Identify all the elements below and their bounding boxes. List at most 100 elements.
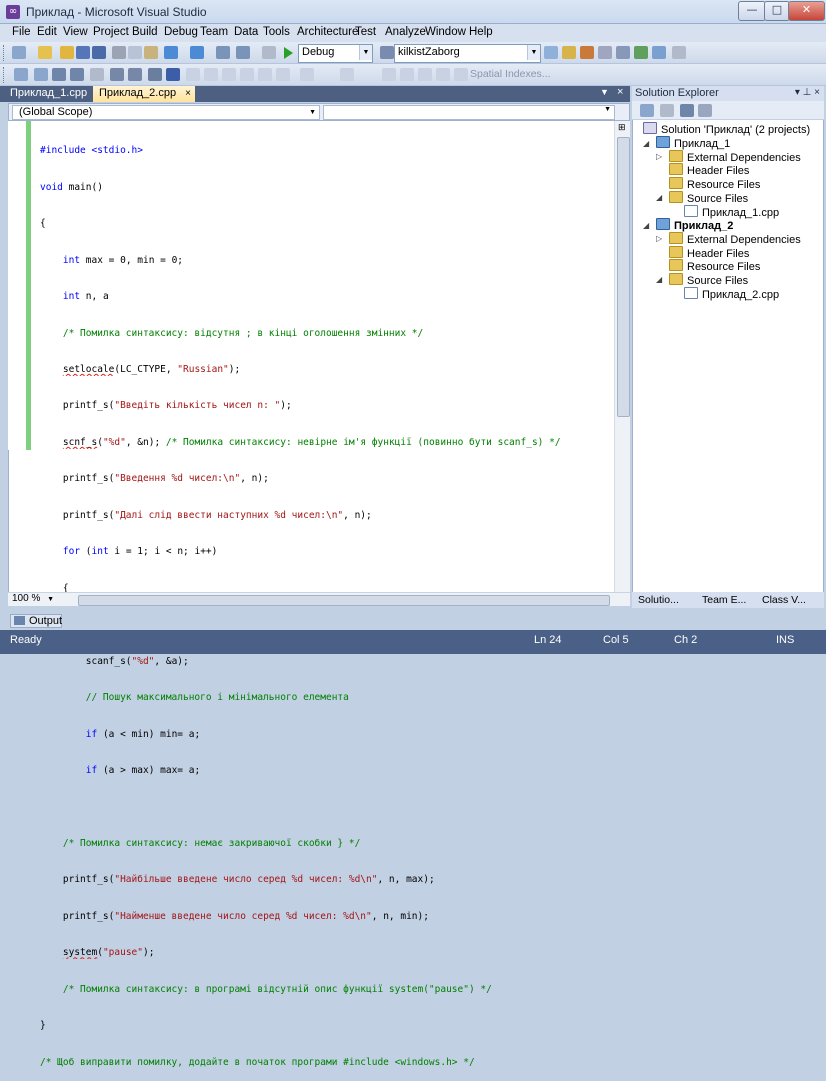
add-item-icon[interactable] xyxy=(38,46,52,59)
tree-folder[interactable]: Resource Files xyxy=(669,259,760,274)
cut-icon[interactable] xyxy=(112,46,126,59)
minimize-button[interactable]: — xyxy=(738,1,766,21)
scrollbar-thumb[interactable] xyxy=(78,595,610,606)
menu-architecture[interactable]: Architecture xyxy=(297,26,358,38)
tab-prykład-2-cpp[interactable]: Приклад_2.cpp × xyxy=(93,86,195,102)
menu-debug[interactable]: Debug xyxy=(164,26,198,38)
split-handle-icon[interactable]: ⊞ xyxy=(618,122,626,133)
spatial-tools-icon[interactable] xyxy=(382,68,396,81)
word-completion-icon[interactable] xyxy=(70,68,84,81)
more-tools-icon[interactable] xyxy=(672,46,686,59)
collapse-icon[interactable]: ◢ xyxy=(643,139,649,148)
collapse-icon[interactable]: ◢ xyxy=(643,221,649,230)
tree-project-2[interactable]: Приклад_2 xyxy=(656,218,733,233)
menu-tools[interactable]: Tools xyxy=(263,26,290,38)
tree-project-1[interactable]: Приклад_1 xyxy=(656,136,730,151)
more-buttons-icon[interactable] xyxy=(300,68,314,81)
navigate-forward-icon[interactable] xyxy=(236,46,250,59)
configuration-dropdown[interactable]: Debug ▼ xyxy=(298,44,373,63)
tab-solution-explorer[interactable]: Solutio... xyxy=(638,594,679,606)
tree-file[interactable]: Приклад_2.cpp xyxy=(684,287,779,302)
paste-icon[interactable] xyxy=(144,46,158,59)
tree-folder[interactable]: Source Files xyxy=(669,273,748,288)
spatial-pan-icon[interactable] xyxy=(418,68,432,81)
menu-view[interactable]: View xyxy=(63,26,88,38)
clear-bookmarks-icon[interactable] xyxy=(276,68,290,81)
start-page-icon[interactable] xyxy=(634,46,648,59)
comment-icon[interactable] xyxy=(262,46,276,59)
scope-dropdown[interactable]: (Global Scope) ▼ xyxy=(12,105,320,120)
menu-team[interactable]: Team xyxy=(200,26,228,38)
tree-folder[interactable]: Resource Files xyxy=(669,177,760,192)
output-tab[interactable]: Output xyxy=(10,614,62,628)
collapse-icon[interactable]: ◢ xyxy=(656,193,662,202)
parameter-info-icon[interactable] xyxy=(34,68,48,81)
toolbox-icon[interactable] xyxy=(616,46,630,59)
query-designer-icon[interactable] xyxy=(340,68,354,81)
quick-info-icon[interactable] xyxy=(52,68,66,81)
properties-icon[interactable] xyxy=(640,104,654,117)
tree-solution[interactable]: Solution 'Приклад' (2 projects) xyxy=(643,122,810,137)
tab-dropdown-icon[interactable]: ▼ xyxy=(600,87,609,97)
open-file-icon[interactable] xyxy=(60,46,74,59)
view-class-diagram-icon[interactable] xyxy=(698,104,712,117)
maximize-button[interactable]: □ xyxy=(764,1,790,21)
menu-analyze[interactable]: Analyze xyxy=(385,26,426,38)
tree-folder[interactable]: External Dependencies xyxy=(669,232,801,247)
toolbar-grip[interactable] xyxy=(3,67,7,83)
undo-icon[interactable] xyxy=(164,46,178,59)
menu-edit[interactable]: Edit xyxy=(37,26,57,38)
menu-test[interactable]: Test xyxy=(355,26,376,38)
spatial-layer-icon[interactable] xyxy=(436,68,450,81)
menu-help[interactable]: Help xyxy=(469,26,493,38)
menu-project[interactable]: Project xyxy=(93,26,129,38)
tab-team-explorer[interactable]: Team E... xyxy=(702,594,746,606)
expand-icon[interactable]: ▷ xyxy=(656,152,662,161)
close-button[interactable]: ✕ xyxy=(788,1,825,21)
decrease-indent-icon[interactable] xyxy=(90,68,104,81)
close-document-icon[interactable]: × xyxy=(617,86,623,98)
display-object-member-list-icon[interactable] xyxy=(14,68,28,81)
bookmark-folder-icon[interactable] xyxy=(240,68,254,81)
outdent-icon[interactable] xyxy=(128,68,142,81)
copy-icon[interactable] xyxy=(128,46,142,59)
find-combo[interactable]: kilkistZaborg ▼ xyxy=(394,44,541,63)
indent-icon[interactable] xyxy=(110,68,124,81)
collapse-icon[interactable]: ◢ xyxy=(656,275,662,284)
start-debugging-icon[interactable] xyxy=(284,47,293,59)
object-browser-icon[interactable] xyxy=(598,46,612,59)
scrollbar-thumb[interactable] xyxy=(617,137,630,417)
zoom-dropdown[interactable]: 100 % ▼ xyxy=(12,593,60,605)
solution-explorer-icon[interactable] xyxy=(562,46,576,59)
save-icon[interactable] xyxy=(76,46,90,59)
spatial-zoom-icon[interactable] xyxy=(400,68,414,81)
expand-icon[interactable]: ▷ xyxy=(656,234,662,243)
menu-build[interactable]: Build xyxy=(132,26,158,38)
vertical-scrollbar[interactable]: ⊞ xyxy=(614,121,630,592)
next-bookmark-icon[interactable] xyxy=(222,68,236,81)
horizontal-scrollbar[interactable] xyxy=(8,592,630,606)
previous-bookmark-icon[interactable] xyxy=(204,68,218,81)
show-all-files-icon[interactable] xyxy=(660,104,674,117)
menu-data[interactable]: Data xyxy=(234,26,258,38)
refresh-icon[interactable] xyxy=(680,104,694,117)
tab-class-view[interactable]: Class V... xyxy=(762,594,806,606)
toggle-bookmark-icon[interactable] xyxy=(186,68,200,81)
tab-prykład-1-cpp[interactable]: Приклад_1.cpp xyxy=(4,86,102,102)
menu-window[interactable]: Window xyxy=(425,26,466,38)
uncomment-icon[interactable] xyxy=(166,68,180,81)
extension-manager-icon[interactable] xyxy=(652,46,666,59)
close-tab-icon[interactable]: × xyxy=(185,86,191,101)
save-all-icon[interactable] xyxy=(92,46,106,59)
tree-folder[interactable]: Header Files xyxy=(669,163,749,178)
tree-folder[interactable]: Source Files xyxy=(669,191,748,206)
new-project-icon[interactable] xyxy=(12,46,26,59)
properties-icon[interactable] xyxy=(580,46,594,59)
spatial-select-icon[interactable] xyxy=(454,68,468,81)
panel-window-controls[interactable]: ▾ ⊥ × xyxy=(795,86,820,100)
redo-icon[interactable] xyxy=(190,46,204,59)
spatial-indexes-label[interactable]: Spatial Indexes... xyxy=(470,68,551,80)
navigate-backward-icon[interactable] xyxy=(216,46,230,59)
menu-file[interactable]: File xyxy=(12,26,31,38)
next-bookmark-folder-icon[interactable] xyxy=(258,68,272,81)
